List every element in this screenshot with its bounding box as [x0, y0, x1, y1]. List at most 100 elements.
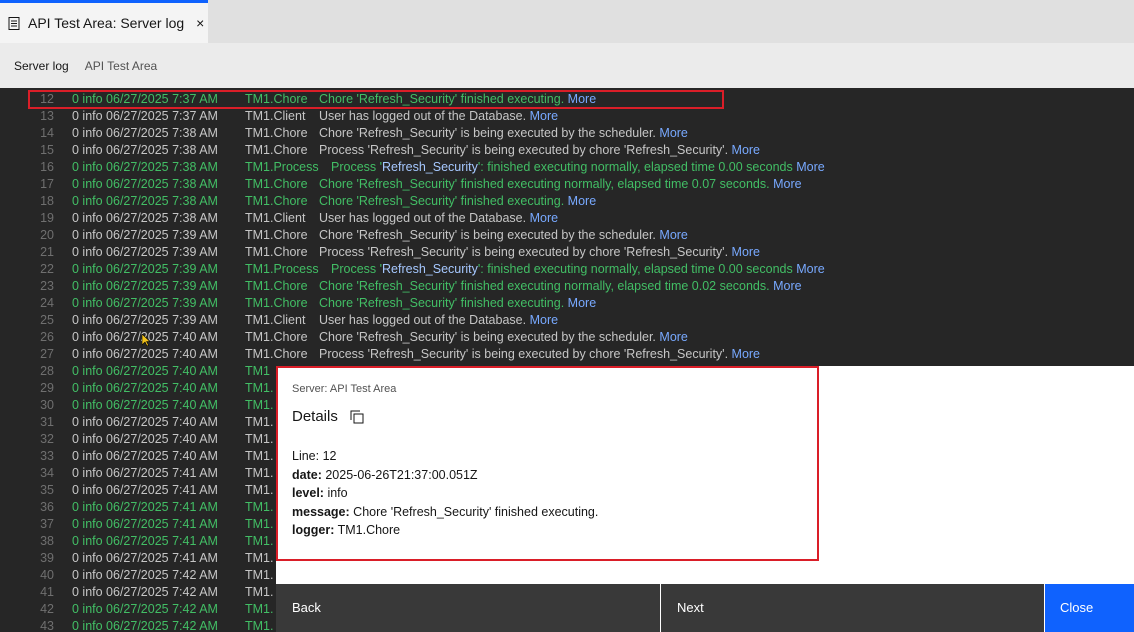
log-logger: TM1. [245, 517, 274, 531]
field-line: Line: 12 [292, 449, 337, 463]
log-line-number: 22 [40, 262, 54, 276]
log-logger: TM1.Chore [245, 347, 308, 361]
breadcrumb: Server log API Test Area [0, 43, 1134, 88]
log-message-text-end: ': finished executing normally, elapsed … [477, 160, 793, 174]
log-level-date: 0 info 06/27/2025 7:42 AM [72, 568, 218, 582]
log-message-text: Process 'Refresh_Security' is being exec… [319, 143, 729, 157]
more-link[interactable]: More [530, 109, 558, 123]
log-message-text: Process 'Refresh_Security' is being exec… [319, 245, 729, 259]
log-logger: TM1. [245, 398, 274, 412]
log-level-date: 0 info 06/27/2025 7:42 AM [72, 619, 218, 632]
more-link[interactable]: More [732, 245, 760, 259]
more-link[interactable]: More [530, 313, 558, 327]
log-row[interactable]: 16 0 info 06/27/2025 7:38 AM TM1.Process Pr… [0, 159, 1134, 176]
log-message-text-end: ': finished executing normally, elapsed … [477, 262, 793, 276]
more-link[interactable]: More [659, 330, 687, 344]
log-message-highlight: Refresh_Security [382, 160, 478, 174]
log-row[interactable]: 20 0 info 06/27/2025 7:39 AM TM1.Chore Chor… [0, 227, 1134, 244]
log-level-date: 0 info 06/27/2025 7:39 AM [72, 313, 218, 327]
log-logger: TM1.Client [245, 211, 306, 225]
field-message: message: Chore 'Refresh_Security' finish… [292, 504, 599, 519]
log-logger: TM1.Chore [245, 228, 308, 242]
more-link[interactable]: More [732, 347, 760, 361]
more-link[interactable]: More [732, 143, 760, 157]
log-logger: TM1. [245, 585, 274, 599]
log-line-number: 25 [40, 313, 54, 327]
more-link[interactable]: More [568, 92, 596, 106]
log-row[interactable]: 13 0 info 06/27/2025 7:37 AM TM1.Client Use… [0, 108, 1134, 125]
log-line-number: 29 [40, 381, 54, 395]
log-line-number: 35 [40, 483, 54, 497]
more-link[interactable]: More [796, 160, 824, 174]
log-row[interactable]: 25 0 info 06/27/2025 7:39 AM TM1.Client Use… [0, 312, 1134, 329]
log-message-text: Chore 'Refresh_Security' finished execut… [319, 92, 565, 106]
details-fields: Line: 12 date: 2025-06-26T21:37:00.051Z … [292, 447, 598, 540]
copy-icon[interactable] [350, 410, 364, 424]
more-link[interactable]: More [659, 228, 687, 242]
log-level-date: 0 info 06/27/2025 7:41 AM [72, 483, 218, 497]
log-message: Chore 'Refresh_Security' finished execut… [319, 278, 802, 295]
more-link[interactable]: More [773, 177, 801, 191]
log-row[interactable]: 15 0 info 06/27/2025 7:38 AM TM1.Chore Proc… [0, 142, 1134, 159]
more-link[interactable]: More [530, 211, 558, 225]
log-message: Process 'Refresh_Security': finished exe… [331, 261, 825, 278]
log-logger: TM1. [245, 483, 274, 497]
log-message-text: Process 'Refresh_Security' is being exec… [319, 347, 729, 361]
log-level-date: 0 info 06/27/2025 7:40 AM [72, 347, 218, 361]
more-link[interactable]: More [796, 262, 824, 276]
log-level-date: 0 info 06/27/2025 7:39 AM [72, 296, 218, 310]
log-level-date: 0 info 06/27/2025 7:39 AM [72, 228, 218, 242]
log-message: Chore 'Refresh_Security' finished execut… [319, 91, 596, 108]
log-row[interactable]: 26 0 info 06/27/2025 7:40 AM TM1.Chore Chor… [0, 329, 1134, 346]
log-level-date: 0 info 06/27/2025 7:41 AM [72, 500, 218, 514]
document-icon [8, 16, 20, 30]
more-link[interactable]: More [568, 194, 596, 208]
log-logger: TM1.Process [245, 262, 319, 276]
breadcrumb-server-log[interactable]: Server log [14, 59, 69, 73]
log-level-date: 0 info 06/27/2025 7:39 AM [72, 245, 218, 259]
log-row[interactable]: 14 0 info 06/27/2025 7:38 AM TM1.Chore Chor… [0, 125, 1134, 142]
more-link[interactable]: More [659, 126, 687, 140]
log-message: Process 'Refresh_Security': finished exe… [331, 159, 825, 176]
log-row[interactable]: 17 0 info 06/27/2025 7:38 AM TM1.Chore Chor… [0, 176, 1134, 193]
log-row[interactable]: 24 0 info 06/27/2025 7:39 AM TM1.Chore Chor… [0, 295, 1134, 312]
log-row[interactable]: 27 0 info 06/27/2025 7:40 AM TM1.Chore Proc… [0, 346, 1134, 363]
breadcrumb-api-test-area[interactable]: API Test Area [85, 59, 158, 73]
log-message-text: User has logged out of the Database. [319, 109, 527, 123]
more-link[interactable]: More [568, 296, 596, 310]
log-line-number: 36 [40, 500, 54, 514]
log-message-text: Process ' [331, 262, 383, 276]
log-row[interactable]: 23 0 info 06/27/2025 7:39 AM TM1.Chore Chor… [0, 278, 1134, 295]
log-row[interactable]: 18 0 info 06/27/2025 7:38 AM TM1.Chore Chor… [0, 193, 1134, 210]
close-button[interactable]: Close [1045, 584, 1134, 632]
log-line-number: 32 [40, 432, 54, 446]
log-message-text: Chore 'Refresh_Security' is being execut… [319, 228, 656, 242]
log-level-date: 0 info 06/27/2025 7:37 AM [72, 92, 218, 106]
log-level-date: 0 info 06/27/2025 7:41 AM [72, 517, 218, 531]
tab-close-icon[interactable]: × [196, 15, 204, 31]
log-line-number: 15 [40, 143, 54, 157]
log-line-number: 24 [40, 296, 54, 310]
log-level-date: 0 info 06/27/2025 7:40 AM [72, 364, 218, 378]
log-logger: TM1.Chore [245, 330, 308, 344]
log-logger: TM1. [245, 415, 274, 429]
modal-footer: Back Next Close [276, 584, 1134, 632]
log-message-text: Chore 'Refresh_Security' finished execut… [319, 177, 770, 191]
log-row[interactable]: 12 0 info 06/27/2025 7:37 AM TM1.Chore Chor… [0, 91, 1134, 108]
next-button[interactable]: Next [661, 584, 1044, 632]
log-level-date: 0 info 06/27/2025 7:39 AM [72, 279, 218, 293]
log-level-date: 0 info 06/27/2025 7:39 AM [72, 262, 218, 276]
log-logger: TM1. [245, 449, 274, 463]
log-row[interactable]: 22 0 info 06/27/2025 7:39 AM TM1.Process Pr… [0, 261, 1134, 278]
log-row[interactable]: 21 0 info 06/27/2025 7:39 AM TM1.Chore Proc… [0, 244, 1134, 261]
log-line-number: 14 [40, 126, 54, 140]
log-line-number: 39 [40, 551, 54, 565]
back-button[interactable]: Back [276, 584, 660, 632]
log-logger: TM1.Chore [245, 92, 308, 106]
field-logger: logger: TM1.Chore [292, 523, 401, 537]
log-logger: TM1.Chore [245, 279, 308, 293]
more-link[interactable]: More [773, 279, 801, 293]
tab-server-log[interactable]: API Test Area: Server log × [0, 0, 208, 43]
log-logger: TM1. [245, 534, 274, 548]
log-row[interactable]: 19 0 info 06/27/2025 7:38 AM TM1.Client Use… [0, 210, 1134, 227]
